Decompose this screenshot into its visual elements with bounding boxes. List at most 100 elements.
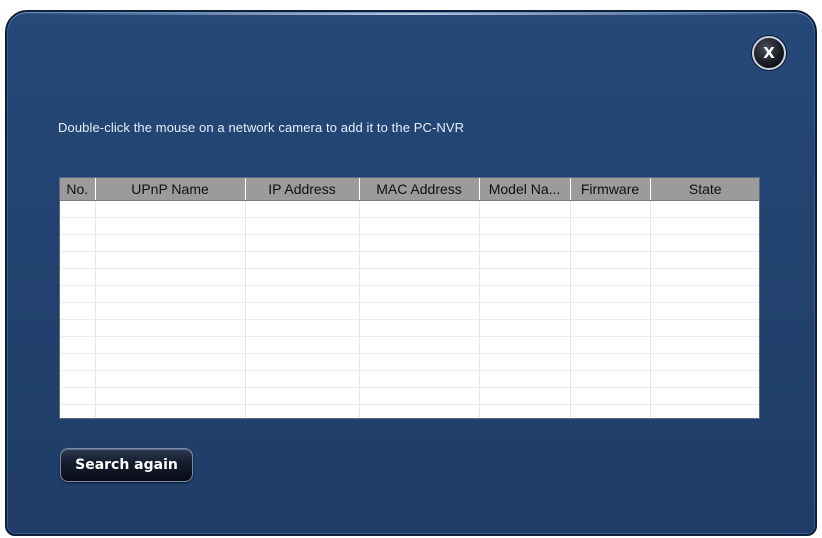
table-cell [359,251,480,269]
table-cell [95,387,246,405]
table-cell [359,200,480,218]
table-cell [479,319,571,337]
table-cell [95,234,246,252]
table-cell [60,217,96,235]
table-cell [95,370,246,388]
column-header-state[interactable]: State [650,178,759,201]
table-cell [95,404,246,418]
table-row[interactable] [60,268,759,286]
table-cell [60,370,96,388]
table-cell [95,319,246,337]
table-row[interactable] [60,370,759,388]
table-cell [479,217,571,235]
table-row[interactable] [60,336,759,354]
table-cell [359,217,480,235]
table-cell [359,234,480,252]
column-header-upnp-name[interactable]: UPnP Name [95,178,246,201]
table-cell [60,302,96,320]
table-cell [479,285,571,303]
table-cell [245,217,360,235]
table-cell [650,387,759,405]
table-row[interactable] [60,200,759,218]
table-cell [650,319,759,337]
table-cell [359,404,480,418]
column-header-ip-address[interactable]: IP Address [245,178,360,201]
table-cell [650,200,759,218]
table-row[interactable] [60,319,759,337]
table-cell [650,268,759,286]
table-cell [570,251,651,269]
table-cell [95,353,246,371]
table-cell [60,336,96,354]
table-cell [650,370,759,388]
table-header-row: No. UPnP Name IP Address MAC Address Mod… [60,178,759,201]
table-cell [479,268,571,286]
table-cell [95,217,246,235]
table-cell [479,251,571,269]
table-cell [479,200,571,218]
column-header-no[interactable]: No. [60,178,96,201]
table-cell [359,353,480,371]
table-cell [650,302,759,320]
table-cell [479,302,571,320]
table-cell [60,387,96,405]
table-row[interactable] [60,404,759,418]
table-cell [60,268,96,286]
table-cell [95,251,246,269]
column-header-model-name[interactable]: Model Na... [479,178,571,201]
table-cell [650,251,759,269]
table-cell [245,404,360,418]
table-cell [359,302,480,320]
table-row[interactable] [60,217,759,235]
table-cell [95,285,246,303]
table-cell [650,234,759,252]
table-cell [245,387,360,405]
table-cell [245,251,360,269]
table-cell [60,200,96,218]
table-row[interactable] [60,234,759,252]
table-cell [95,268,246,286]
table-cell [479,234,571,252]
table-cell [570,302,651,320]
table-cell [245,234,360,252]
close-icon[interactable]: X [752,36,786,70]
table-cell [570,370,651,388]
table-cell [479,404,571,418]
table-cell [570,217,651,235]
camera-table[interactable]: No. UPnP Name IP Address MAC Address Mod… [59,177,760,419]
table-body[interactable] [60,200,759,418]
table-row[interactable] [60,353,759,371]
table-cell [570,285,651,303]
table-row[interactable] [60,302,759,320]
table-cell [479,387,571,405]
table-cell [570,404,651,418]
table-cell [60,285,96,303]
table-cell [650,404,759,418]
table-cell [359,268,480,286]
table-cell [359,336,480,354]
table-cell [245,200,360,218]
column-header-mac-address[interactable]: MAC Address [359,178,480,201]
table-cell [95,200,246,218]
search-again-button[interactable]: Search again [60,448,193,482]
table-cell [60,234,96,252]
table-row[interactable] [60,285,759,303]
table-cell [570,319,651,337]
table-row[interactable] [60,251,759,269]
table-cell [95,336,246,354]
table-cell [60,251,96,269]
table-cell [60,404,96,418]
table-row[interactable] [60,387,759,405]
table-cell [359,387,480,405]
table-cell [650,217,759,235]
table-cell [359,370,480,388]
table-cell [479,370,571,388]
table-cell [570,268,651,286]
table-cell [245,370,360,388]
table-cell [359,285,480,303]
column-header-firmware[interactable]: Firmware [570,178,651,201]
table-cell [95,302,246,320]
table-cell [245,268,360,286]
table-cell [570,387,651,405]
table-cell [570,353,651,371]
